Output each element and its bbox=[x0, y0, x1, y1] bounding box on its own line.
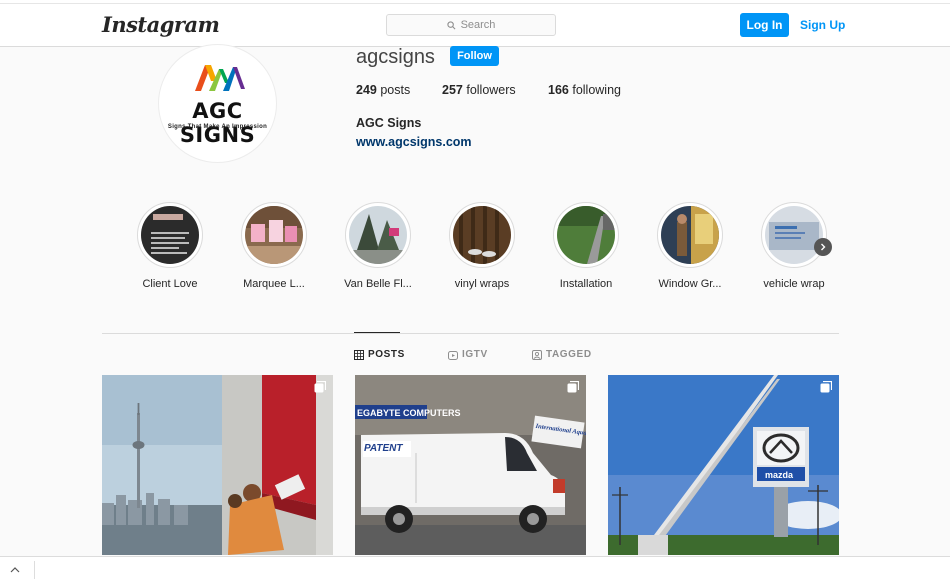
profile-avatar[interactable]: AGC SIGNS Signs That Make An Impression bbox=[158, 44, 277, 163]
tab-tagged[interactable]: TAGGED bbox=[532, 349, 592, 360]
highlight-thumb bbox=[557, 206, 615, 264]
post-thumbnail-van[interactable]: EGABYTE COMPUTERS International Aquatic … bbox=[355, 375, 586, 555]
top-navigation: Instagram Search Log In Sign Up bbox=[0, 0, 950, 47]
avatar-brand-text: AGC SIGNS bbox=[179, 99, 256, 147]
multiple-posts-icon bbox=[567, 381, 579, 393]
chevron-right-icon bbox=[821, 243, 826, 251]
search-icon bbox=[446, 20, 456, 29]
avatar-tagline: Signs That Make An Impression bbox=[167, 124, 268, 130]
post-van-text: PATENT bbox=[364, 443, 403, 454]
search-placeholder: Search bbox=[460, 19, 496, 31]
tab-igtv[interactable]: IGTV bbox=[448, 349, 488, 360]
bottom-bar-separator bbox=[34, 561, 35, 579]
tab-igtv-label: IGTV bbox=[462, 349, 488, 360]
tab-posts[interactable]: POSTS bbox=[354, 349, 405, 360]
highlight-ring bbox=[137, 202, 203, 268]
highlight-ring bbox=[553, 202, 619, 268]
highlight-ring bbox=[345, 202, 411, 268]
highlight-thumb bbox=[245, 206, 303, 264]
tagged-icon bbox=[532, 349, 542, 360]
highlight-label: Client Love bbox=[142, 278, 198, 290]
highlight-label: Van Belle Fl... bbox=[344, 278, 412, 290]
multiple-posts-icon bbox=[314, 381, 326, 393]
tabs-divider bbox=[102, 333, 839, 334]
tab-tagged-label: TAGGED bbox=[546, 349, 592, 360]
log-in-button[interactable]: Log In bbox=[740, 13, 789, 37]
post-thumbnail-cn-tower[interactable] bbox=[102, 375, 333, 555]
highlight-label: Window Gr... bbox=[658, 278, 722, 290]
chevron-up-icon[interactable] bbox=[10, 566, 20, 574]
highlight-ring bbox=[657, 202, 723, 268]
highlights-next-button[interactable] bbox=[814, 238, 832, 256]
post-thumbnail-mazda-sign[interactable]: mazda bbox=[608, 375, 839, 555]
highlight-label: Installation bbox=[559, 278, 613, 290]
highlight-thumb bbox=[453, 206, 511, 264]
highlight-label: vinyl wraps bbox=[454, 278, 510, 290]
profile-full-name: AGC Signs bbox=[356, 116, 422, 130]
followers-label: followers bbox=[466, 83, 516, 97]
post-photo: EGABYTE COMPUTERS International Aquatic … bbox=[355, 375, 586, 555]
post-photo: mazda bbox=[608, 375, 839, 555]
highlight-ring bbox=[761, 202, 827, 268]
agc-logo-mark bbox=[195, 65, 245, 91]
followers-count: 257 bbox=[442, 83, 463, 97]
search-input[interactable]: Search bbox=[386, 14, 556, 36]
followers-stat[interactable]: 257 followers bbox=[442, 83, 516, 97]
post-mazda-sign-text: mazda bbox=[765, 470, 794, 480]
profile-username: agcsigns bbox=[356, 46, 435, 68]
follow-button[interactable]: Follow bbox=[450, 46, 499, 66]
highlight-thumb bbox=[141, 206, 199, 264]
highlight-thumb bbox=[765, 206, 823, 264]
sign-up-link[interactable]: Sign Up bbox=[800, 18, 845, 32]
browser-edge-line bbox=[0, 3, 950, 4]
posts-label: posts bbox=[380, 83, 411, 97]
following-stat[interactable]: 166 following bbox=[548, 83, 621, 97]
following-label: following bbox=[572, 83, 621, 97]
post-sign-text: EGABYTE COMPUTERS bbox=[357, 408, 461, 418]
instagram-logo[interactable]: Instagram bbox=[102, 12, 220, 37]
highlight-ring bbox=[449, 202, 515, 268]
highlight-thumb bbox=[349, 206, 407, 264]
highlight-label: vehicle wrap bbox=[763, 278, 825, 290]
active-tab-indicator bbox=[354, 332, 400, 333]
posts-stat: 249 posts bbox=[356, 83, 410, 97]
post-photo bbox=[102, 375, 333, 555]
tab-posts-label: POSTS bbox=[368, 349, 405, 360]
bottom-bar bbox=[0, 556, 950, 580]
grid-icon bbox=[354, 349, 364, 360]
igtv-icon bbox=[448, 350, 458, 360]
multiple-posts-icon bbox=[820, 381, 832, 393]
highlight-ring bbox=[241, 202, 307, 268]
posts-count: 249 bbox=[356, 83, 377, 97]
profile-website-link[interactable]: www.agcsigns.com bbox=[356, 135, 472, 149]
highlight-thumb bbox=[661, 206, 719, 264]
following-count: 166 bbox=[548, 83, 569, 97]
highlight-label: Marquee L... bbox=[243, 278, 305, 290]
